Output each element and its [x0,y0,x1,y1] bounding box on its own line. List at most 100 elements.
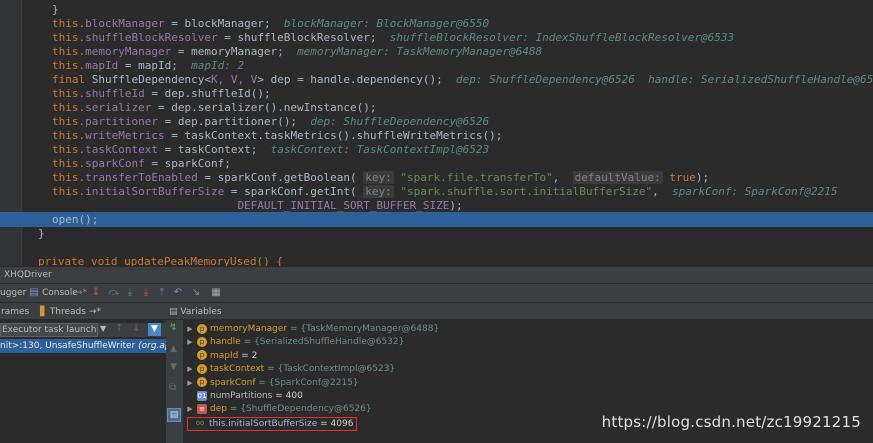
code-line[interactable]: this.initialSortBufferSize = sparkConf.g… [0,184,873,199]
code-token: , [652,185,672,198]
code-token: = dep.serializer().newInstance(); [151,101,377,114]
code-line[interactable]: this.writeMetrics = taskContext.taskMetr… [0,128,873,143]
step-out-icon[interactable]: ⤒ [156,287,168,299]
frames-panel: Executor task launch... ▼ ↑ ↓ ▼ nit>:130… [0,320,166,443]
code-token: } [38,227,45,240]
up-arrow-icon[interactable]: ↑ [115,323,123,334]
code-line[interactable]: } [0,226,873,241]
code-token: writeMetrics [85,129,165,142]
code-line[interactable]: this.sparkConf = sparkConf; [0,156,873,171]
code-line[interactable]: this.blockManager = blockManager; blockM… [0,16,873,31]
code-token: = blockManager; [164,17,284,30]
variable-value: = {SerializedShuffleHandle@6532} [243,337,405,348]
chevron-down-icon[interactable]: ▼ [100,324,106,333]
tab-debugger[interactable]: ugger [0,286,26,301]
code-text: this.mapId = mapId; mapId: 2 [52,58,244,73]
code-token: = sparkConf.getInt( [224,185,364,198]
code-line[interactable]: this.partitioner = dep.partitioner(); de… [0,114,873,129]
variable-value: = {TaskMemoryManager@6488} [289,324,440,334]
code-token: key: [363,185,394,198]
tab-console[interactable]: Console [42,286,78,301]
move-down-icon[interactable]: ▼ [170,362,177,372]
code-line-current[interactable]: open(); [0,212,873,227]
restore-layout-icon[interactable]: ▤ [167,408,181,422]
variable-row[interactable]: p mapId = 2 [183,350,257,363]
variable-row[interactable]: ▶ p sparkConf = {SparkConf@2215} [183,377,359,390]
expand-arrow-icon[interactable]: ▶ [183,323,197,336]
code-token: shuffleBlockResolver: IndexShuffleBlockR… [389,31,735,44]
code-token: transferToEnabled [85,171,198,184]
code-token: defaultValue: [572,171,663,184]
code-token: dep: ShuffleDependency@6526 [310,115,490,128]
code-line[interactable]: } [0,2,873,17]
code-token: = sparkConf; [144,157,231,170]
code-token: mapId: 2 [191,59,245,72]
thread-selector-bar: Executor task launch... ▼ ↑ ↓ ▼ [0,323,166,337]
code-token: taskContext [85,143,158,156]
code-line[interactable]: this.serializer = dep.serializer().newIn… [0,100,873,115]
variable-name: handle [210,337,241,348]
code-token: K, V, V [210,73,258,86]
variable-name: sparkConf [210,377,256,388]
show-execution-point-icon[interactable]: ↧ [90,287,102,299]
code-token: this. [52,157,86,170]
drop-frame-icon[interactable]: ↶ [172,287,184,299]
variable-row[interactable]: ▶ p memoryManager = {TaskMemoryManager@648… [183,323,439,336]
code-text: private void updatePeakMemoryUsed() { [38,254,283,266]
variable-row[interactable]: oo this.initialSortBufferSize = 4096 [187,416,358,431]
variable-type-icon: 01 [197,390,207,401]
code-token: serializer [85,101,152,114]
variable-type-icon: p [197,363,207,374]
code-editor[interactable]: } this.blockManager = blockManager; block… [0,0,873,266]
code-token: = dep.partitioner(); [157,115,311,128]
copy-icon[interactable]: ⧉ [169,382,176,393]
thread-select[interactable]: Executor task launch... [0,323,98,337]
code-token: = mapId; [118,59,192,72]
step-into-icon[interactable]: ⤓ [124,287,136,299]
variable-row[interactable]: ▶ p handle = {SerializedShuffleHandle@6532… [183,336,404,349]
expand-arrow-icon[interactable]: ▶ [183,336,197,349]
code-token: key: [363,171,394,184]
code-line[interactable]: final ShuffleDependency<K, V, V> dep = h… [0,72,873,87]
code-line[interactable]: DEFAULT_INITIAL_SORT_BUFFER_SIZE); [0,198,873,213]
debug-session-title: XHQDriver [4,270,52,280]
evaluate-expression-icon[interactable]: ▦ [210,287,222,299]
frame-item-package: (org.apa [138,341,166,351]
code-line[interactable]: this.transferToEnabled = sparkConf.getBo… [0,170,873,185]
code-token: this. [52,171,86,184]
code-token: = taskContext.taskMetrics().shuffleWrite… [164,129,503,142]
variable-value: = 2 [241,350,258,361]
code-text: this.partitioner = dep.partitioner(); de… [52,114,489,129]
expand-arrow-icon[interactable]: ▶ [183,363,197,376]
frames-header[interactable]: rames →* [0,304,40,333]
code-line[interactable]: this.mapId = mapId; mapId: 2 [0,58,873,73]
down-arrow-icon[interactable]: ↓ [132,323,140,334]
variable-value: = {SparkConf@2215} [258,377,359,388]
filter-icon[interactable]: ▼ [148,323,161,336]
run-to-cursor-icon[interactable]: ↘ [190,287,202,299]
code-line[interactable]: this.taskContext = taskContext; taskCont… [0,142,873,157]
tab-console-arrow[interactable]: →* [75,286,87,301]
variable-row[interactable]: ▶ ≡ dep = {ShuffleDependency@6526} [183,403,372,416]
code-text: this.shuffleBlockResolver = shuffleBlock… [52,30,734,45]
code-line[interactable] [0,240,873,255]
code-token: this. [52,31,86,44]
expand-arrow-icon[interactable]: ▶ [183,403,197,416]
frame-item-selected[interactable]: nit>:130, UnsafeShuffleWriter (org.apa [0,339,166,353]
move-up-icon[interactable]: ▲ [170,344,177,354]
code-line[interactable]: this.shuffleBlockResolver = shuffleBlock… [0,30,873,45]
threads-header[interactable]: ▋ Threads →* [40,304,166,320]
code-text: } [38,226,45,241]
code-line[interactable]: this.shuffleId = dep.shuffleId(); [0,86,873,101]
code-line[interactable]: private void updatePeakMemoryUsed() { [0,254,873,266]
step-over-icon[interactable]: ⤼ [108,287,120,299]
code-token: this. [52,185,86,198]
variable-type-icon: p [197,336,207,347]
variable-row[interactable]: ▶ p taskContext = {TaskContextImpl@6523} [183,363,395,376]
variables-header: ▤ Variables [166,304,873,320]
force-step-into-icon[interactable]: ⤓ [140,287,152,299]
expand-arrow-icon[interactable]: ▶ [183,377,197,390]
add-watch-icon[interactable]: ↯ [169,322,177,333]
variable-row[interactable]: 01 numPartitions = 400 [183,390,303,403]
code-line[interactable]: this.memoryManager = memoryManager; memo… [0,44,873,59]
